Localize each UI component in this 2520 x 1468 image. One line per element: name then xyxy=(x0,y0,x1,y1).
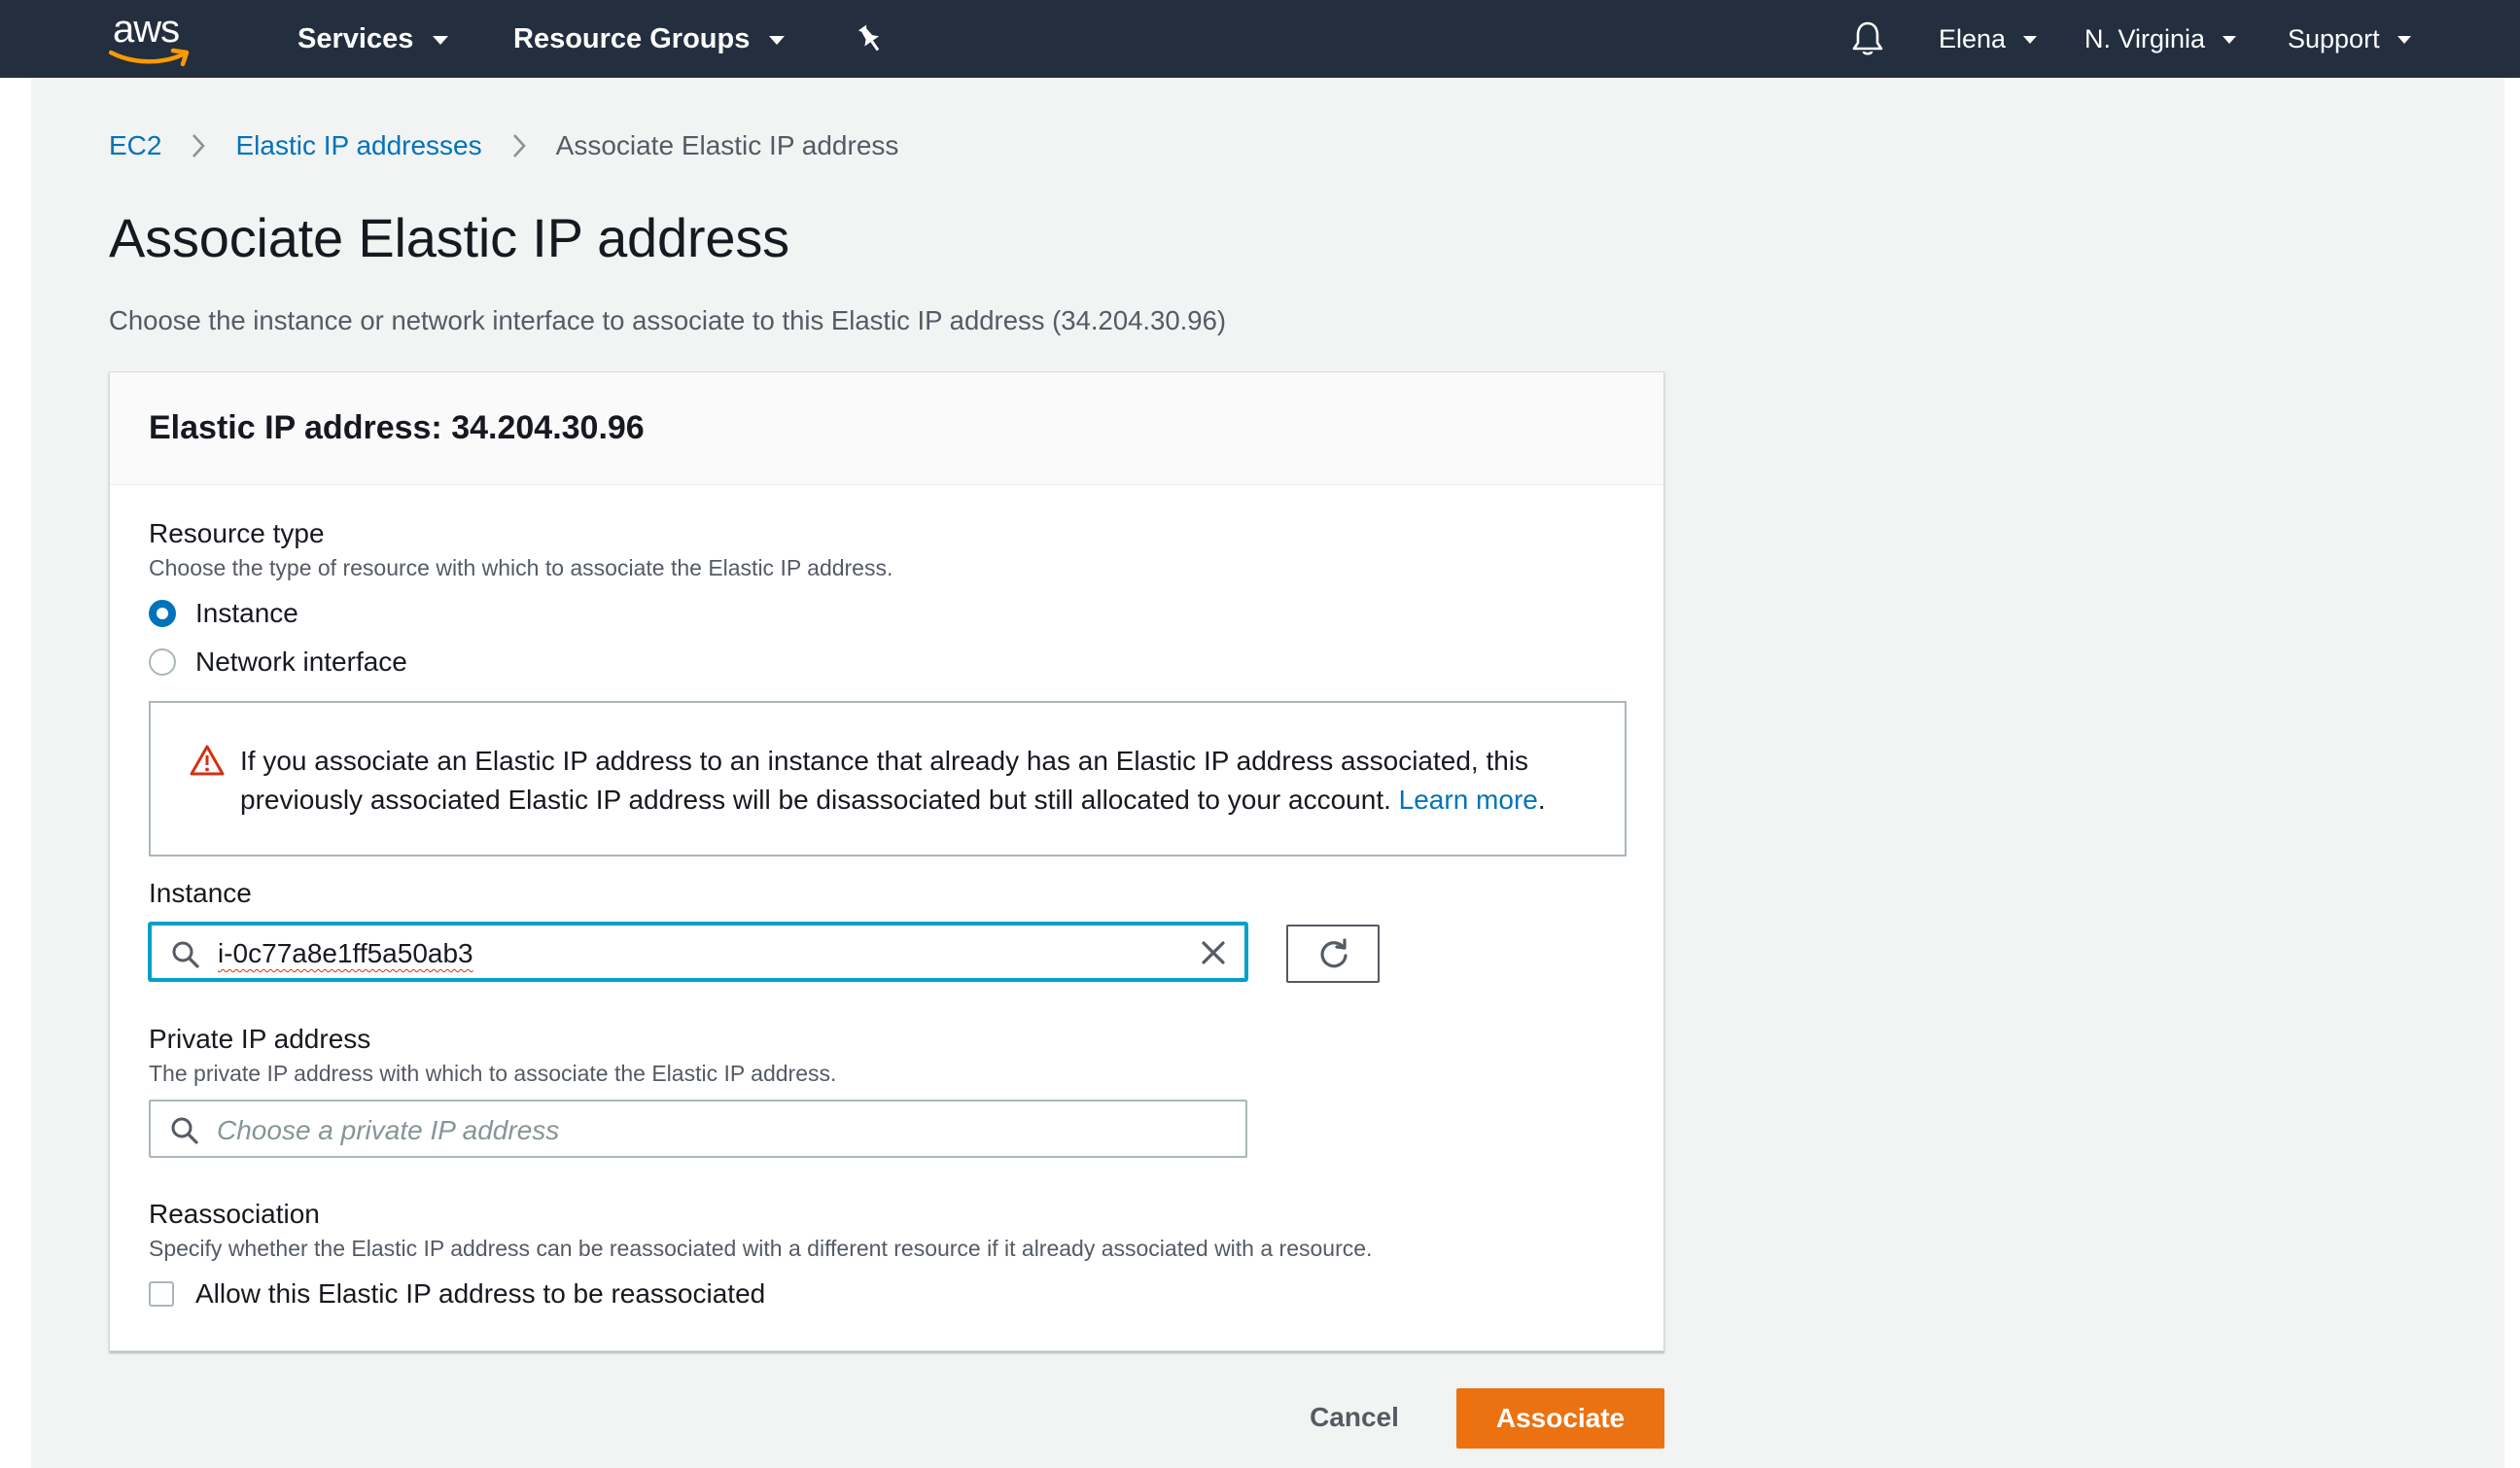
learn-more-link[interactable]: Learn more xyxy=(1399,785,1538,815)
warning-triangle-icon xyxy=(190,745,225,776)
radio-instance-label: Instance xyxy=(195,598,298,628)
private-ip-description: The private IP address with which to ass… xyxy=(149,1061,837,1086)
panel-title: Elastic IP address: 34.204.30.96 xyxy=(149,409,645,446)
cancel-button[interactable]: Cancel xyxy=(1283,1388,1425,1447)
alert-message: If you associate an Elastic IP address t… xyxy=(240,742,1601,820)
radio-instance[interactable]: Instance xyxy=(149,598,298,629)
support-menu[interactable]: Support xyxy=(2288,0,2411,78)
clear-icon[interactable] xyxy=(1200,939,1227,966)
radio-button-selected[interactable] xyxy=(149,600,176,627)
aws-logo[interactable]: aws xyxy=(109,8,196,68)
radio-network-interface-label: Network interface xyxy=(195,647,407,677)
breadcrumb-ec2-link[interactable]: EC2 xyxy=(109,130,161,161)
resource-groups-menu[interactable]: Resource Groups xyxy=(513,0,786,78)
pin-button[interactable] xyxy=(856,0,885,78)
search-icon xyxy=(172,941,199,968)
alert-text: If you associate an Elastic IP address t… xyxy=(240,746,1529,815)
pushpin-icon xyxy=(858,24,880,52)
notifications-button[interactable] xyxy=(1851,0,1884,78)
user-label: Elena xyxy=(1939,23,2007,53)
refresh-button[interactable] xyxy=(1286,925,1380,983)
radio-button[interactable] xyxy=(149,648,176,676)
support-label: Support xyxy=(2288,23,2380,53)
breadcrumb: EC2 Elastic IP addresses Associate Elast… xyxy=(109,126,898,165)
resource-type-description: Choose the type of resource with which t… xyxy=(149,555,893,580)
services-label: Services xyxy=(298,22,414,54)
region-label: N. Virginia xyxy=(2084,23,2206,53)
chevron-down-icon xyxy=(2397,36,2411,44)
alert-trailing: . xyxy=(1537,785,1546,815)
panel-header: Elastic IP address: 34.204.30.96 xyxy=(110,372,1663,485)
private-ip-placeholder: Choose a private IP address xyxy=(217,1115,560,1145)
aws-logo-text: aws xyxy=(113,8,180,51)
reassociation-checkbox-label: Allow this Elastic IP address to be reas… xyxy=(195,1278,766,1309)
chevron-down-icon xyxy=(769,35,786,45)
chevron-down-icon xyxy=(2222,36,2237,44)
chevron-down-icon xyxy=(2023,36,2038,44)
breadcrumb-elastic-ips-link[interactable]: Elastic IP addresses xyxy=(235,130,481,161)
private-ip-label: Private IP address xyxy=(149,1024,371,1054)
page-title: Associate Elastic IP address xyxy=(109,207,789,268)
services-menu[interactable]: Services xyxy=(298,0,449,78)
instance-input-value[interactable]: i-0c77a8e1ff5a50ab3 xyxy=(218,938,473,969)
top-navigation-bar: aws Services Resource Groups Elena N. Vi… xyxy=(0,0,2520,78)
chevron-right-icon xyxy=(511,132,527,159)
reassociation-checkbox-row[interactable]: Allow this Elastic IP address to be reas… xyxy=(149,1278,765,1310)
aws-smile-icon xyxy=(109,48,190,67)
breadcrumb-current: Associate Elastic IP address xyxy=(555,130,899,160)
resource-type-label: Resource type xyxy=(149,518,325,548)
reassociation-checkbox[interactable] xyxy=(149,1281,174,1307)
search-icon xyxy=(171,1117,198,1144)
reassociation-description: Specify whether the Elastic IP address c… xyxy=(149,1236,1373,1261)
page-description: Choose the instance or network interface… xyxy=(109,305,1227,335)
chevron-down-icon xyxy=(433,35,449,45)
instance-label: Instance xyxy=(149,878,252,908)
bell-icon xyxy=(1852,21,1883,55)
instance-search-input[interactable]: i-0c77a8e1ff5a50ab3 xyxy=(149,923,1247,981)
region-menu[interactable]: N. Virginia xyxy=(2084,0,2237,78)
warning-alert: If you associate an Elastic IP address t… xyxy=(149,701,1627,856)
associate-button[interactable]: Associate xyxy=(1456,1388,1664,1449)
radio-network-interface[interactable]: Network interface xyxy=(149,647,407,678)
chevron-right-icon xyxy=(191,132,206,159)
associate-form-panel: Elastic IP address: 34.204.30.96 Resourc… xyxy=(109,371,1664,1351)
resource-groups-label: Resource Groups xyxy=(513,22,751,54)
private-ip-select[interactable]: Choose a private IP address xyxy=(149,1100,1247,1158)
reassociation-label: Reassociation xyxy=(149,1199,320,1229)
refresh-icon xyxy=(1320,938,1348,968)
user-menu[interactable]: Elena xyxy=(1939,0,2038,78)
